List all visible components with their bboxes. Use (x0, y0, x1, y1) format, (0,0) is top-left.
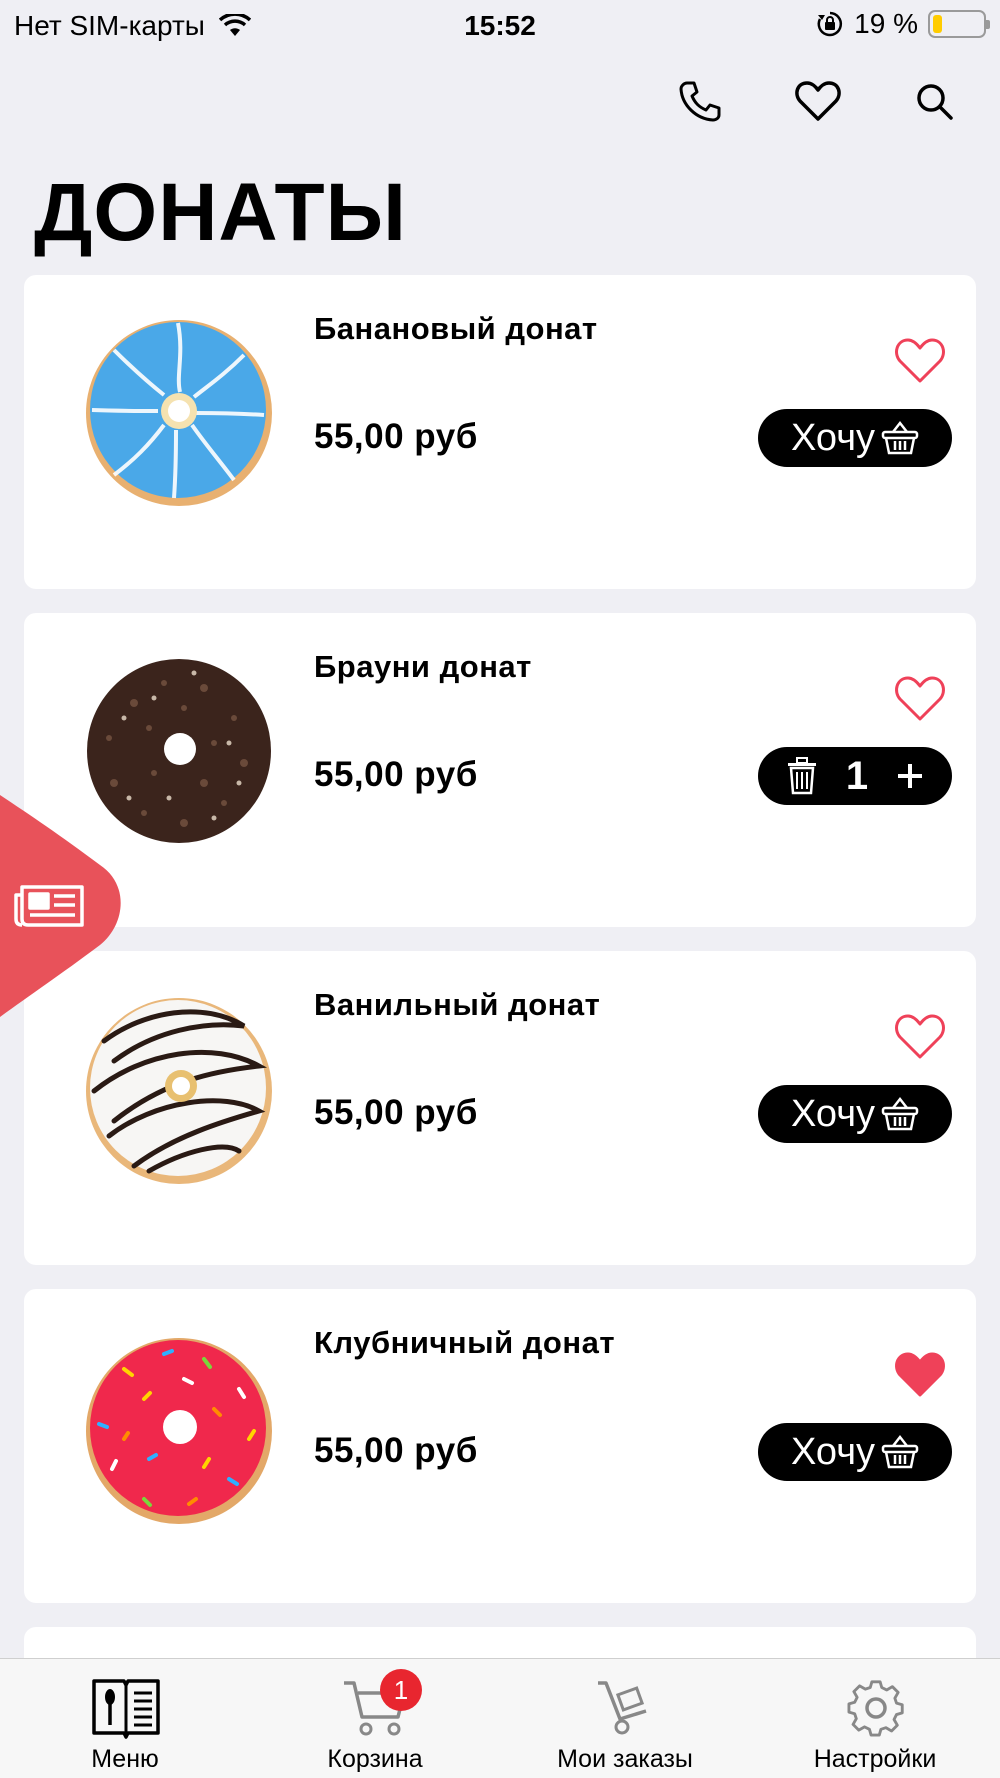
delivery-cart-icon (598, 1681, 647, 1735)
product-card[interactable]: Клубничный донат 55,00 руб Хочу (24, 1289, 976, 1603)
quantity-value: 1 (845, 753, 869, 798)
want-button-label: Хочу (790, 416, 875, 459)
product-price: 55,00 руб (314, 755, 478, 794)
product-name: Брауни донат (314, 649, 532, 684)
favorite-heart-icon[interactable] (892, 673, 948, 725)
want-button-label: Хочу (790, 1430, 875, 1473)
battery-icon (928, 10, 990, 38)
favorite-heart-icon[interactable] (892, 335, 948, 387)
battery-percent: 19 % (854, 8, 918, 39)
search-icon (917, 84, 953, 120)
product-price: 55,00 руб (314, 1431, 478, 1470)
plus-icon[interactable] (896, 762, 924, 790)
product-card[interactable]: Банановый донат 55,00 руб Хочу (24, 275, 976, 589)
product-card[interactable]: Брауни донат 55,00 руб 1 (24, 613, 976, 927)
want-button-label: Хочу (790, 1092, 875, 1135)
search-button[interactable] (909, 76, 959, 126)
page-title: ДОНАТЫ (34, 167, 407, 258)
tab-label: Корзина (327, 1745, 423, 1773)
basket-icon (881, 1096, 919, 1131)
product-name: Ванильный донат (314, 987, 601, 1022)
tab-label: Мои заказы (557, 1745, 693, 1773)
product-price: 55,00 руб (314, 1093, 478, 1132)
banana-donut-image (86, 320, 272, 506)
phone-icon (679, 81, 721, 122)
battery-level (933, 15, 942, 33)
news-side-tab[interactable] (0, 795, 125, 1017)
basket-icon (881, 420, 919, 455)
status-right: 19 % (816, 8, 990, 40)
menu-book-icon (92, 1679, 160, 1739)
favorites-button[interactable] (793, 76, 843, 126)
favorite-heart-filled-icon[interactable] (892, 1349, 948, 1401)
want-button[interactable]: Хочу (758, 409, 952, 467)
product-card[interactable]: Ванильный донат 55,00 руб Хочу (24, 951, 976, 1265)
tab-bar: Меню 1 Корзина Мои заказы Настройки (0, 1658, 1000, 1778)
tab-label: Настройки (813, 1745, 937, 1773)
cart-badge: 1 (380, 1669, 422, 1711)
gear-icon (847, 1680, 904, 1737)
heart-outline-icon (795, 81, 841, 121)
product-name: Клубничный донат (314, 1325, 616, 1360)
product-price: 55,00 руб (314, 417, 478, 456)
quantity-stepper[interactable]: 1 (758, 747, 952, 805)
orientation-lock-icon (817, 11, 843, 37)
want-button[interactable]: Хочу (758, 1085, 952, 1143)
tab-settings[interactable]: Настройки (750, 1659, 1000, 1778)
tab-cart[interactable]: 1 Корзина (250, 1659, 500, 1778)
tab-my-orders[interactable]: Мои заказы (500, 1659, 750, 1778)
tab-menu[interactable]: Меню (0, 1659, 250, 1778)
tab-label: Меню (91, 1745, 159, 1773)
favorite-heart-icon[interactable] (892, 1011, 948, 1063)
trash-icon[interactable] (786, 757, 818, 795)
basket-icon (881, 1434, 919, 1469)
status-bar: Нет SIM-карты 15:52 19 % (0, 0, 1000, 50)
phone-button[interactable] (675, 76, 725, 126)
want-button[interactable]: Хочу (758, 1423, 952, 1481)
product-name: Банановый донат (314, 311, 598, 346)
strawberry-donut-image (86, 1338, 272, 1524)
